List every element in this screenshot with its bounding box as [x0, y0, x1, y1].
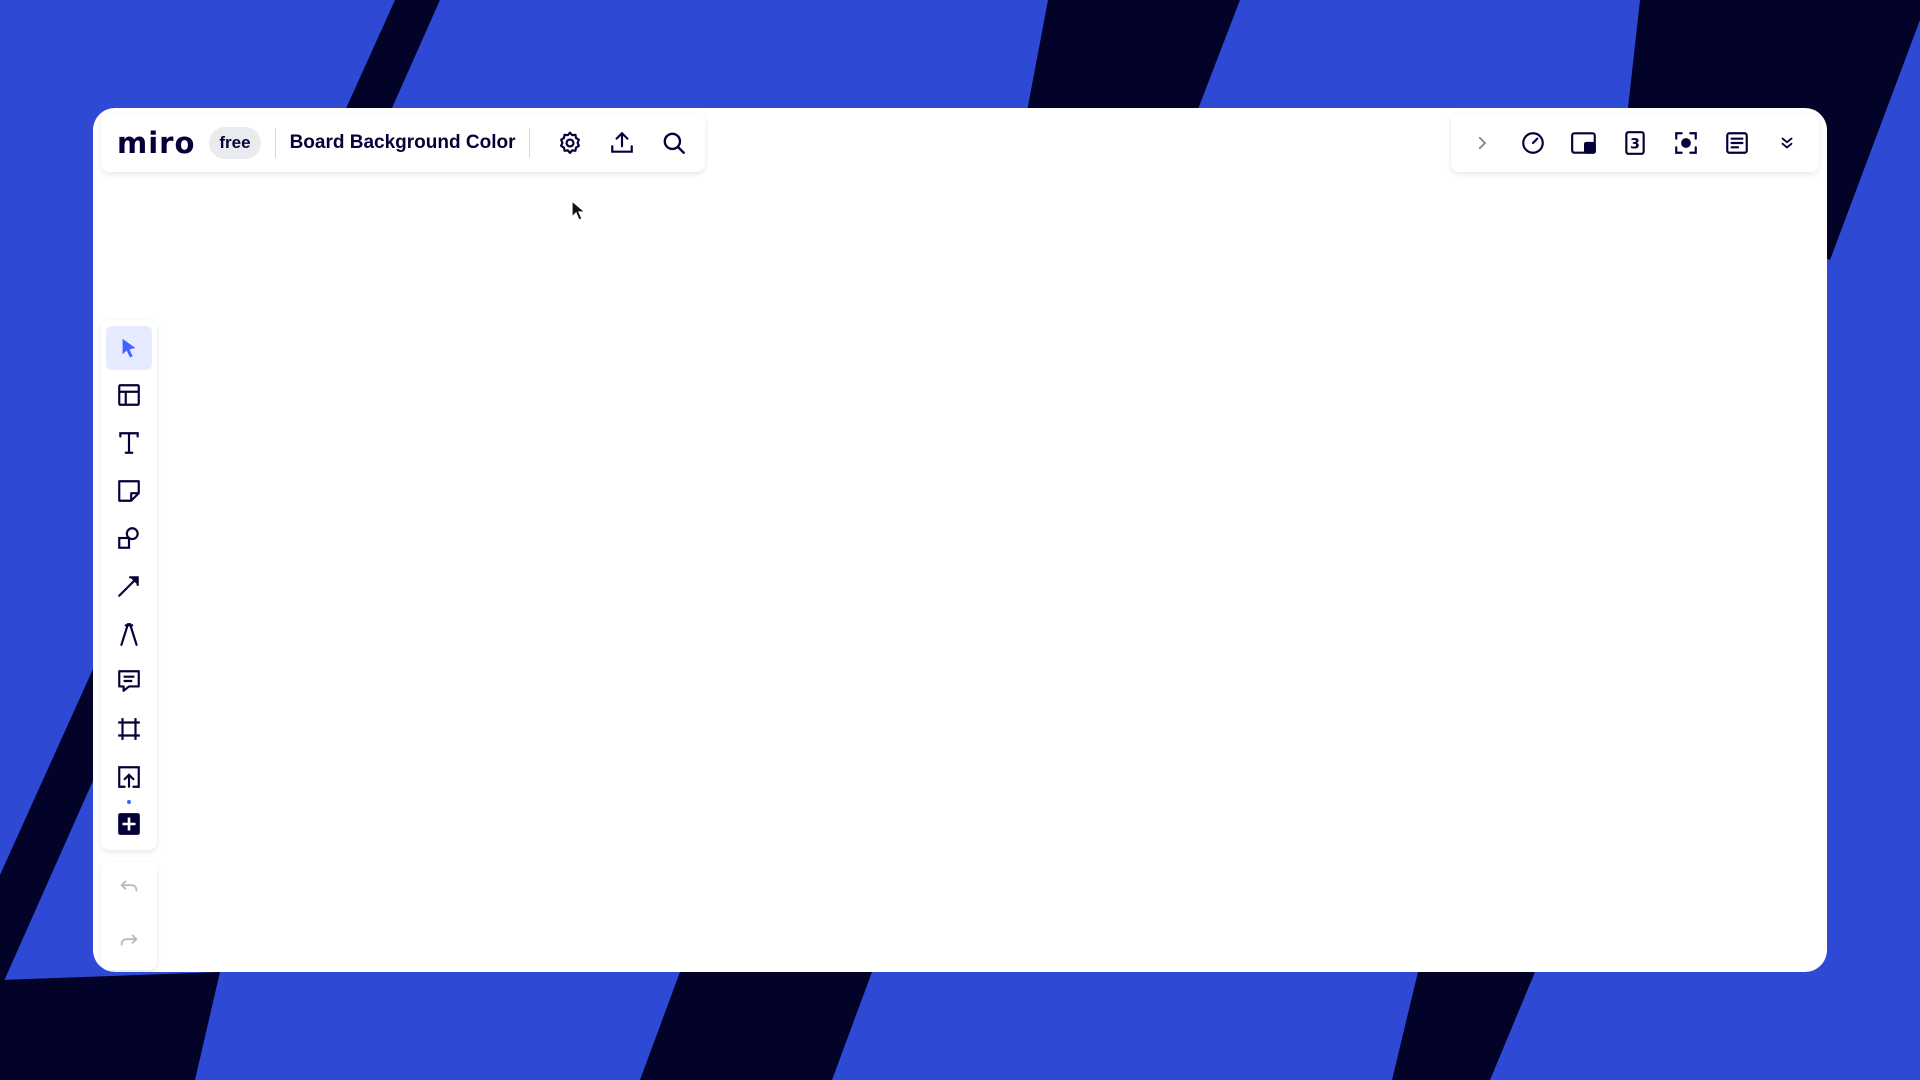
connection-line-icon — [118, 576, 139, 597]
board-title[interactable]: Board Background Color — [290, 132, 516, 154]
redo-icon — [120, 934, 138, 946]
divider — [274, 128, 276, 158]
connection-line-tool[interactable] — [106, 564, 152, 608]
divider — [529, 128, 531, 158]
settings-icon[interactable] — [544, 121, 596, 165]
mouse-cursor-icon — [571, 200, 587, 221]
shapes-icon — [118, 527, 139, 550]
miro-logo[interactable]: miro — [117, 128, 195, 158]
comment-tool[interactable] — [106, 659, 152, 703]
comment-icon — [118, 670, 140, 693]
templates-tool[interactable] — [106, 374, 152, 418]
video-icon[interactable] — [1561, 121, 1607, 165]
upload-tool[interactable] — [106, 755, 152, 799]
history-bar — [101, 862, 157, 970]
chevron-double-down-icon[interactable] — [1764, 121, 1810, 165]
more-apps-icon — [118, 813, 140, 836]
pen-tool[interactable] — [106, 612, 152, 656]
text-icon — [119, 432, 139, 454]
templates-icon — [118, 384, 140, 407]
select-icon — [122, 338, 136, 358]
frame-tool[interactable] — [106, 707, 152, 751]
chevron-right-icon[interactable] — [1459, 121, 1505, 165]
upload-icon — [118, 765, 140, 788]
notes-icon[interactable] — [1714, 121, 1760, 165]
redo-button[interactable] — [106, 919, 152, 963]
counter-value: 3 — [1630, 136, 1640, 152]
focus-icon[interactable] — [1663, 121, 1709, 165]
undo-icon — [120, 880, 138, 892]
miro-board-window: miro free Board Background Color 3 — [93, 108, 1827, 972]
top-right-bar: 3 — [1451, 114, 1819, 172]
more-apps-tool[interactable] — [106, 800, 152, 846]
pen-icon — [120, 622, 138, 646]
text-tool[interactable] — [106, 421, 152, 465]
select-tool[interactable] — [106, 326, 152, 370]
frame-icon — [118, 718, 140, 740]
left-toolbar — [101, 320, 157, 850]
plan-badge[interactable]: free — [209, 127, 261, 159]
search-icon[interactable] — [648, 121, 700, 165]
undo-button[interactable] — [106, 865, 152, 909]
sticky-note-icon — [118, 479, 140, 502]
notification-dot — [127, 800, 131, 805]
timer-icon[interactable] — [1510, 121, 1556, 165]
count-icon[interactable]: 3 — [1612, 121, 1658, 165]
sticky-note-tool[interactable] — [106, 469, 152, 513]
upload-icon[interactable] — [596, 121, 648, 165]
shapes-tool[interactable] — [106, 517, 152, 561]
top-left-bar: miro free Board Background Color — [101, 114, 705, 172]
